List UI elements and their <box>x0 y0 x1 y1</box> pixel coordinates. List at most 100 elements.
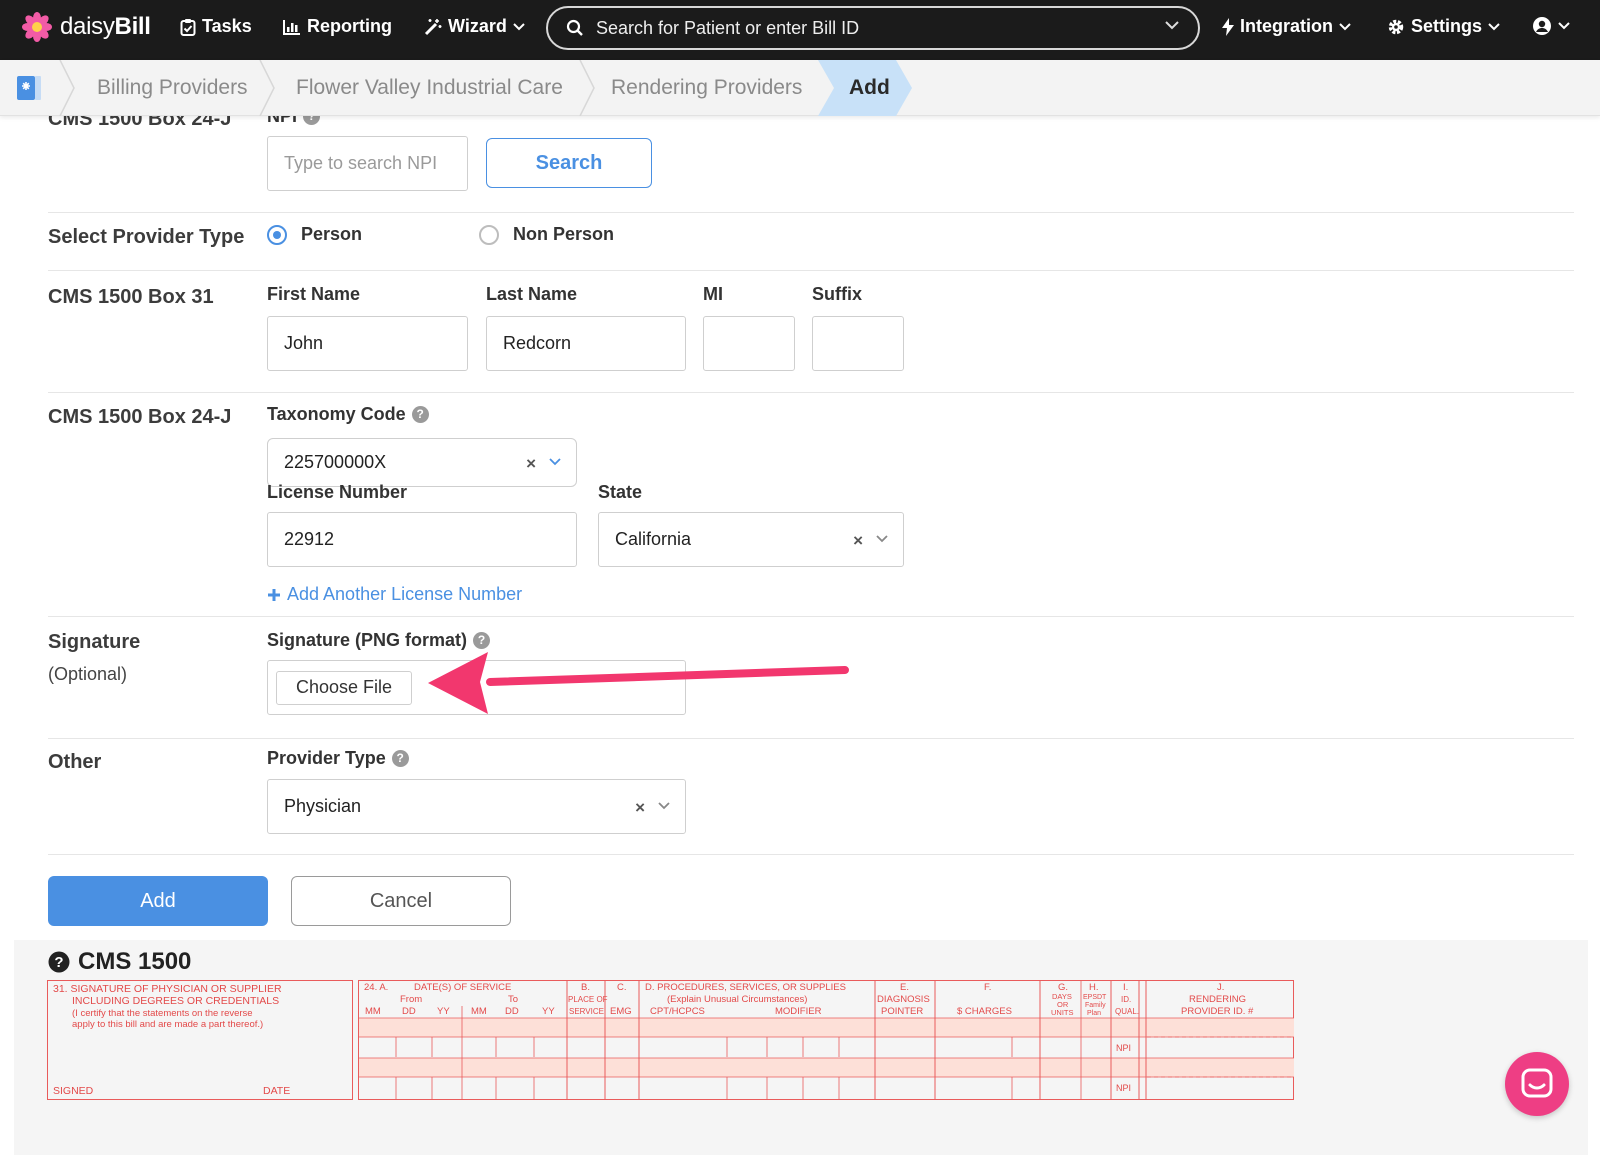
cms-box31-line3: (I certify that the statements on the re… <box>72 1008 253 1019</box>
cms-24a: 24. A. <box>364 982 388 993</box>
daisy-logo-icon <box>22 12 52 42</box>
annotation-arrow-icon <box>428 652 849 714</box>
nav-integration-label: Integration <box>1240 16 1333 36</box>
license-number-label: License Number <box>267 482 408 502</box>
breadcrumb-add: Add <box>849 76 890 99</box>
chevron-down-icon[interactable] <box>657 801 671 811</box>
radio-non-person[interactable]: Non Person <box>479 224 614 245</box>
taxonomy-select[interactable]: 225700000X × <box>267 438 577 487</box>
nav-tasks-label: Tasks <box>202 16 252 36</box>
help-icon[interactable]: ? <box>303 116 321 125</box>
radio-non-person-label: Non Person <box>513 224 615 244</box>
help-icon[interactable]: ? <box>473 632 491 649</box>
cms-yy-from: YY <box>437 1006 450 1017</box>
app-name: daisyBill <box>60 13 151 40</box>
help-circle-icon[interactable]: ? <box>48 951 70 973</box>
cms-id: ID. <box>1121 995 1131 1004</box>
provider-type-value: Physician <box>284 796 362 816</box>
breadcrumb-flower-valley[interactable]: Flower Valley Industrial Care <box>296 76 563 100</box>
cms-to: To <box>508 994 518 1005</box>
top-navbar: daisyBill Tasks Reporting Wizard Search … <box>0 0 1600 60</box>
provider-type-select[interactable]: Physician × <box>267 779 686 834</box>
provider-card-icon[interactable] <box>16 74 44 102</box>
suffix-input[interactable] <box>812 316 904 371</box>
radio-person[interactable]: Person <box>267 224 362 245</box>
cms-date: DATE <box>263 1085 290 1097</box>
cms-qual: QUAL. <box>1115 1007 1139 1016</box>
divider <box>48 738 1574 739</box>
cms1500-form-image: 31. SIGNATURE OF PHYSICIAN OR SUPPLIER I… <box>47 980 1294 1100</box>
npi-section-title: CMS 1500 Box 24-J <box>48 116 232 130</box>
cms-box31-line2: INCLUDING DEGREES OR CREDENTIALS <box>72 995 279 1007</box>
cms-box31-line4: apply to this bill and are made a part t… <box>72 1019 263 1030</box>
nav-tasks[interactable]: Tasks <box>180 16 252 37</box>
radio-person-label: Person <box>301 224 363 244</box>
cms-col-h: H. <box>1089 982 1099 993</box>
cms-epsdt: EPSDT <box>1083 994 1107 1001</box>
cms-pointer: POINTER <box>881 1006 923 1017</box>
add-another-license-label: Add Another License Number <box>287 584 523 604</box>
nav-reporting-label: Reporting <box>307 16 392 36</box>
taxonomy-value: 225700000X <box>284 452 387 472</box>
search-icon <box>566 19 583 36</box>
state-value: California <box>615 529 692 549</box>
npi-search-input[interactable]: Type to search NPI <box>267 136 468 191</box>
radio-selected-icon <box>267 224 287 245</box>
radio-unselected-icon <box>479 224 499 245</box>
state-select[interactable]: California × <box>598 512 904 567</box>
clear-icon[interactable]: × <box>526 454 536 474</box>
nav-reporting[interactable]: Reporting <box>283 16 392 37</box>
choose-file-button[interactable]: Choose File <box>276 670 412 705</box>
add-rendering-provider-form: CMS 1500 Box 24-J NPI? Type to search NP… <box>14 116 1588 953</box>
chevron-down-icon[interactable] <box>1164 20 1180 30</box>
clear-icon[interactable]: × <box>853 531 863 551</box>
cms-box31-line1: 31. SIGNATURE OF PHYSICIAN OR SUPPLIER <box>53 983 282 995</box>
nav-wizard[interactable]: Wizard <box>424 16 525 37</box>
breadcrumb-rendering-providers[interactable]: Rendering Providers <box>611 76 802 100</box>
help-icon[interactable]: ? <box>391 750 409 767</box>
first-name-label: First Name <box>267 284 361 304</box>
divider <box>48 616 1574 617</box>
cms-emg: EMG <box>610 1006 632 1017</box>
signature-section-title: Signature <box>48 631 141 653</box>
gear-icon <box>1388 19 1404 34</box>
nav-settings[interactable]: Settings <box>1387 16 1500 37</box>
license-number-input[interactable]: 22912 <box>267 512 577 567</box>
clear-icon[interactable]: × <box>635 798 645 818</box>
chevron-down-icon <box>1339 22 1351 30</box>
cms-rendering: RENDERING <box>1189 994 1246 1005</box>
breadcrumb: Billing Providers Flower Valley Industri… <box>0 60 1600 116</box>
app-logo[interactable]: daisyBill <box>22 12 151 42</box>
bar-chart-icon <box>283 19 300 35</box>
magic-wand-icon <box>424 18 442 35</box>
search-placeholder: Search for Patient or enter Bill ID <box>596 17 860 38</box>
chevron-down-icon[interactable] <box>875 534 889 544</box>
nav-integration[interactable]: Integration <box>1222 16 1351 37</box>
last-name-input[interactable]: Redcorn <box>486 316 686 371</box>
add-another-license-link[interactable]: Add Another License Number <box>267 584 522 605</box>
breadcrumb-separator <box>59 60 75 116</box>
add-button[interactable]: Add <box>48 876 268 926</box>
chevron-down-icon <box>1558 22 1570 30</box>
plus-icon <box>268 588 280 601</box>
cms-modifier: MODIFIER <box>775 1006 822 1017</box>
chevron-down-icon <box>1488 22 1500 30</box>
mi-input[interactable] <box>703 316 795 371</box>
cms-dates-of-service: DATE(S) OF SERVICE <box>414 982 511 993</box>
first-name-input[interactable]: John <box>267 316 468 371</box>
cms-npi-row1: NPI <box>1116 1043 1131 1053</box>
user-menu[interactable] <box>1532 16 1570 36</box>
help-icon[interactable]: ? <box>411 406 429 423</box>
cancel-button[interactable]: Cancel <box>291 876 511 926</box>
breadcrumb-billing-providers[interactable]: Billing Providers <box>97 76 248 100</box>
taxonomy-label: Taxonomy Code? <box>267 404 429 425</box>
cms-col-i: I. <box>1123 982 1128 993</box>
cms-from: From <box>400 994 422 1005</box>
chat-launcher[interactable] <box>1505 1052 1569 1116</box>
cms1500-title-text: CMS 1500 <box>78 948 192 975</box>
npi-search-button[interactable]: Search <box>486 138 652 188</box>
chevron-down-icon[interactable] <box>548 457 562 467</box>
patient-search-bar[interactable]: Search for Patient or enter Bill ID <box>546 6 1200 50</box>
cms-provider-id: PROVIDER ID. # <box>1181 1006 1254 1017</box>
npi-label: NPI? <box>267 116 321 127</box>
